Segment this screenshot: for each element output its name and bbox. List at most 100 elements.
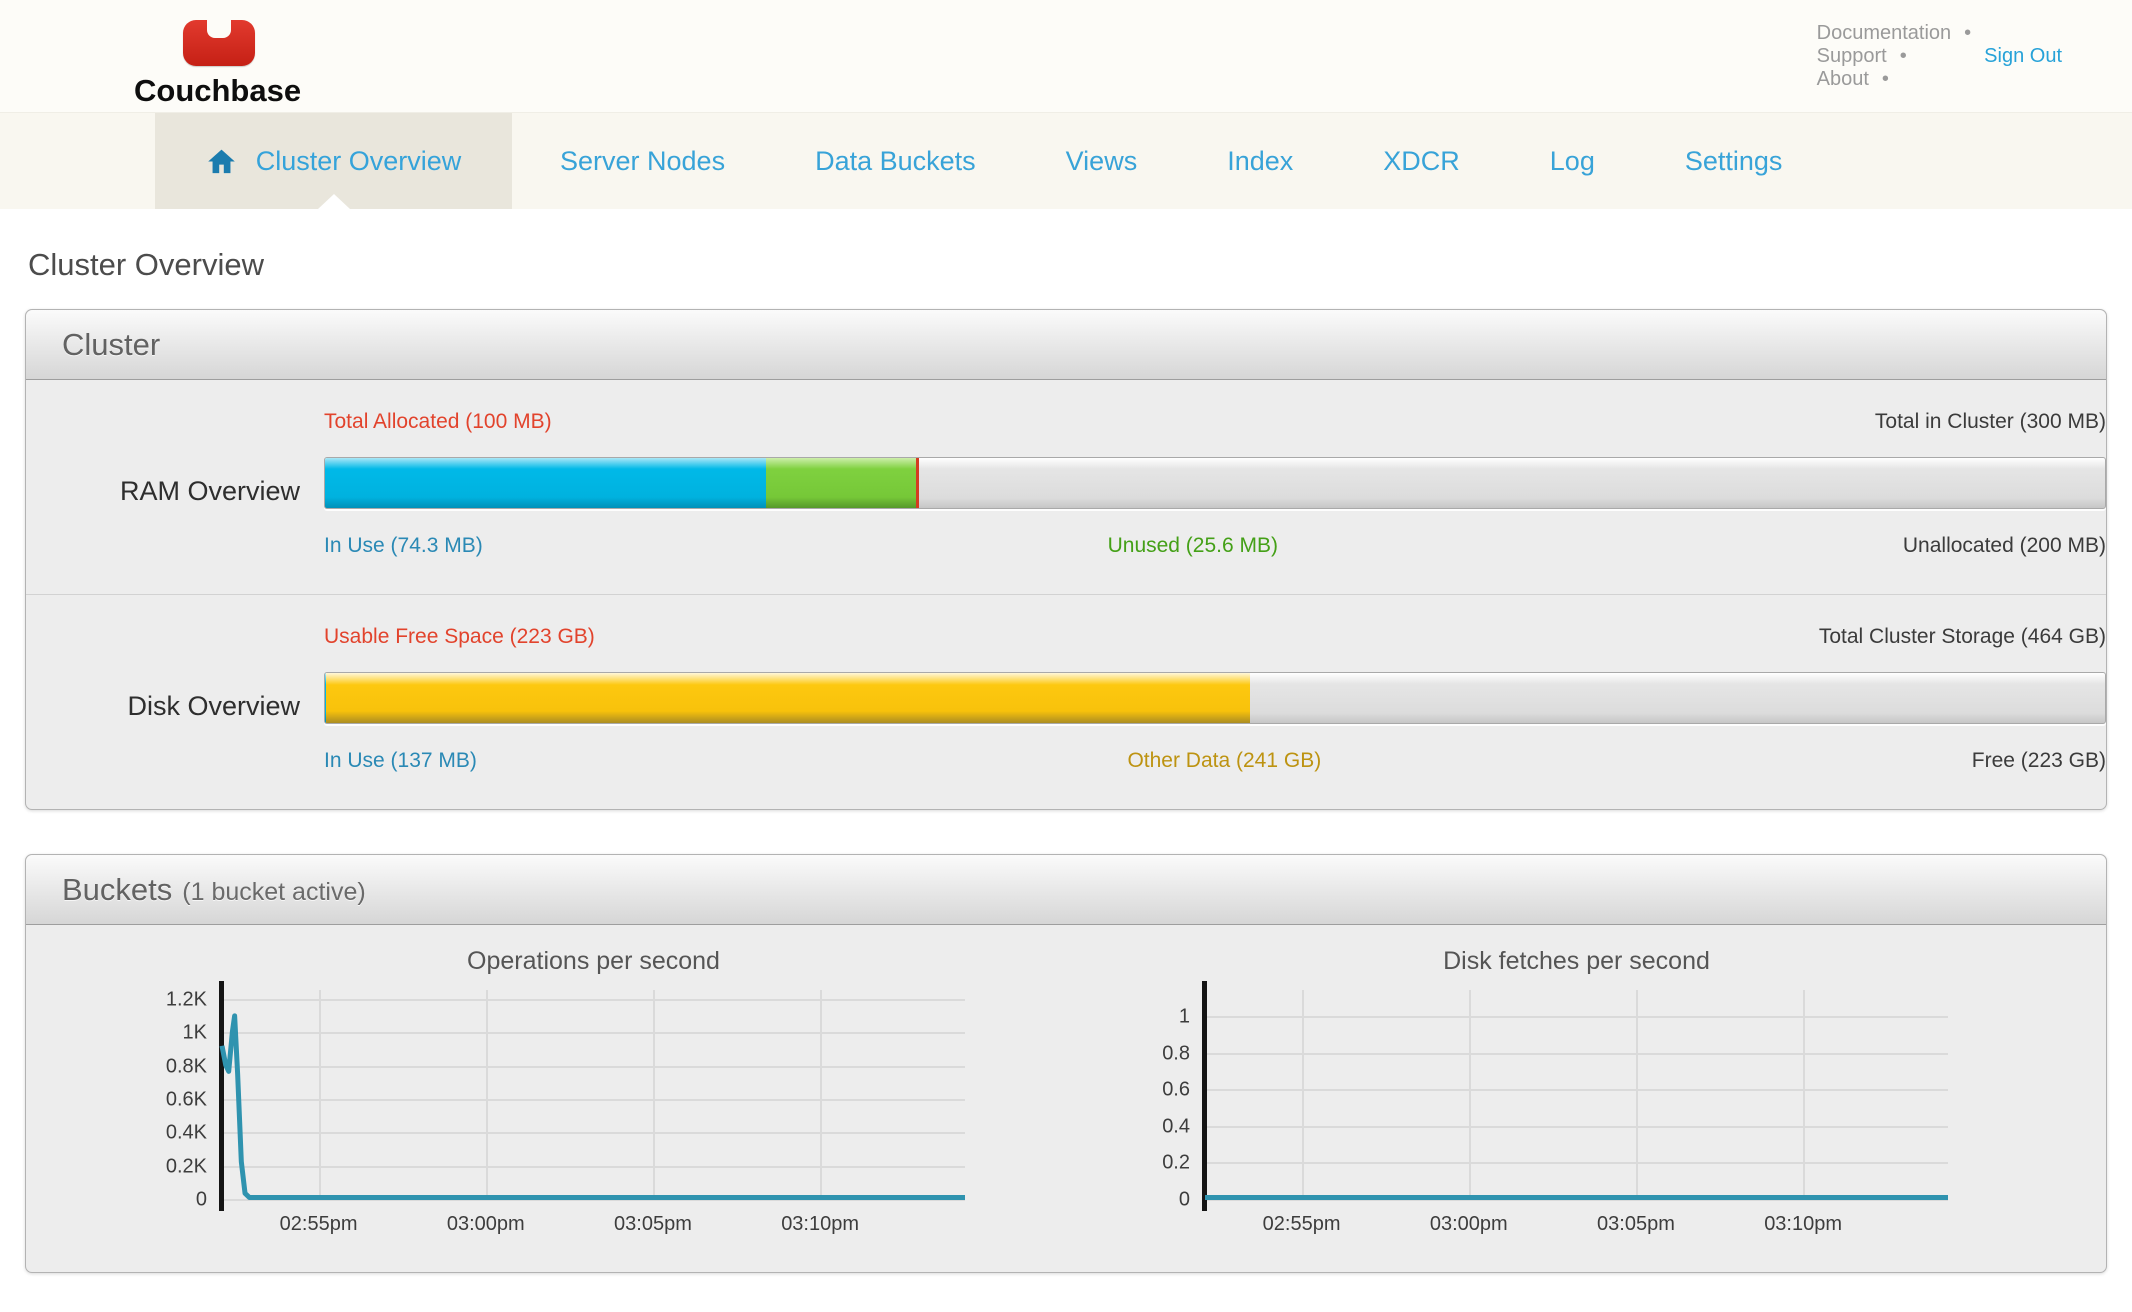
ram-overview-label: RAM Overview	[26, 462, 324, 507]
x-tick-label: 03:05pm	[1597, 1213, 1675, 1236]
ram-total-allocated-label: Total Allocated (100 MB)	[324, 410, 552, 434]
disk-overview-row: Disk Overview Usable Free Space (223 GB)…	[26, 594, 2106, 809]
chart-line-canvas	[222, 990, 965, 1200]
main-nav: Cluster Overview Server NodesData Bucket…	[0, 112, 2132, 209]
x-tick-label: 02:55pm	[1263, 1213, 1341, 1236]
ram-unused-label: Unused (25.6 MB)	[1108, 534, 1278, 558]
y-tick-label: 0.6K	[166, 1089, 207, 1112]
couchbase-logo-icon	[183, 20, 255, 66]
disk-fetches-per-second-chart: Disk fetches per second 1 0.8 0.6 0.4 0.2 0 0…	[1125, 941, 1948, 1246]
active-tab-caret	[318, 194, 350, 209]
nav-tab[interactable]: Log	[1505, 113, 1640, 209]
buckets-panel-header: Buckets (1 bucket active)	[26, 855, 2106, 925]
ram-unallocated-label: Unallocated (200 MB)	[1903, 534, 2106, 558]
app-header: Couchbase Documentation • Support • Abou…	[0, 0, 2132, 112]
ram-usage-bar	[324, 457, 2106, 509]
ram-unused-segment	[766, 458, 917, 508]
cluster-panel-header: Cluster	[26, 310, 2106, 380]
nav-tab[interactable]: Index	[1182, 113, 1338, 209]
nav-tab-cluster-overview[interactable]: Cluster Overview	[155, 113, 512, 209]
utility-link-item: Support •	[1817, 45, 1985, 68]
brand-name: Couchbase	[134, 73, 301, 109]
y-tick-label: 0.8K	[166, 1055, 207, 1078]
operations-per-second-chart: Operations per second 1.2K1K0.8K0.6K0.4K…	[142, 941, 965, 1246]
disk-usage-bar	[324, 672, 2106, 724]
y-tick-label: 0.2	[1162, 1152, 1190, 1175]
ram-in-use-label: In Use (74.3 MB)	[324, 534, 483, 558]
buckets-panel-title: Buckets	[62, 872, 172, 908]
y-tick-label: 0.4	[1162, 1115, 1190, 1138]
home-icon	[206, 147, 237, 176]
cluster-panel-title: Cluster	[62, 327, 160, 363]
y-tick-label: 0.2K	[166, 1155, 207, 1178]
utility-link-item: About •	[1817, 68, 1985, 91]
bullet-separator: •	[1964, 22, 1971, 45]
x-axis-labels: 02:55pm 03:00pm 03:05pm 03:10pm	[1205, 1200, 1948, 1246]
chart-body: 10.80.60.40.20	[1125, 990, 1948, 1200]
disk-free-label: Free (223 GB)	[1972, 749, 2106, 773]
x-tick-label: 03:10pm	[1764, 1213, 1842, 1236]
nav-tab[interactable]: XDCR	[1338, 113, 1505, 209]
chart-plot	[1205, 990, 1948, 1200]
y-tick-label: 1	[1179, 1006, 1190, 1029]
ram-in-use-segment	[325, 458, 766, 508]
x-tick-label: 03:00pm	[447, 1213, 525, 1236]
y-axis-labels: 1.2K1K0.8K0.6K0.4K0.2K0	[142, 990, 222, 1200]
bullet-separator: •	[1900, 45, 1907, 68]
ram-overview-row: RAM Overview Total Allocated (100 MB) To…	[26, 380, 2106, 594]
utility-link-item: Documentation •	[1817, 22, 1985, 45]
nav-tab[interactable]: Data Buckets	[770, 113, 1021, 209]
x-tick-label: 03:05pm	[614, 1213, 692, 1236]
disk-other-data-segment	[326, 673, 1250, 723]
x-tick-label: 03:00pm	[1430, 1213, 1508, 1236]
ram-top-labels: Total Allocated (100 MB) Total in Cluste…	[324, 410, 2106, 434]
utility-link[interactable]: Support	[1817, 45, 1887, 68]
ram-bottom-labels: In Use (74.3 MB) Unused (25.6 MB) Unallo…	[324, 534, 2106, 558]
ram-overview-content: Total Allocated (100 MB) Total in Cluste…	[324, 410, 2106, 558]
disk-top-labels: Usable Free Space (223 GB) Total Cluster…	[324, 625, 2106, 649]
chart-line-canvas	[1205, 990, 1948, 1200]
chart-line	[222, 1016, 965, 1198]
utility-link[interactable]: About	[1817, 68, 1869, 91]
buckets-panel: Buckets (1 bucket active) Operations per…	[25, 854, 2107, 1273]
disk-other-data-label: Other Data (241 GB)	[1127, 749, 1321, 773]
nav-tab[interactable]: Settings	[1640, 113, 1828, 209]
chart-title: Disk fetches per second	[1205, 947, 1948, 976]
content-area: Cluster Overview Cluster RAM Overview To…	[0, 209, 2132, 1273]
utility-links: Documentation • Support • About • Sign O…	[1817, 22, 2062, 91]
nav-tab[interactable]: Server Nodes	[515, 113, 770, 209]
disk-overview-content: Usable Free Space (223 GB) Total Cluster…	[324, 625, 2106, 773]
utility-link[interactable]: Documentation	[1817, 22, 1952, 45]
bullet-separator: •	[1882, 68, 1889, 91]
x-axis-labels: 02:55pm 03:00pm 03:05pm 03:10pm	[222, 1200, 965, 1246]
x-tick-label: 03:10pm	[781, 1213, 859, 1236]
nav-tab[interactable]: Views	[1021, 113, 1183, 209]
page-title: Cluster Overview	[25, 209, 2107, 309]
ram-total-in-cluster-label: Total in Cluster (300 MB)	[1875, 410, 2106, 434]
sign-out-link[interactable]: Sign Out	[1984, 45, 2062, 68]
nav-tab-label: Cluster Overview	[256, 146, 462, 177]
couchbase-logo: Couchbase	[134, 20, 301, 109]
couchbase-logo-notch	[207, 20, 231, 38]
y-axis-labels: 10.80.60.40.20	[1125, 990, 1205, 1200]
buckets-panel-subtitle: (1 bucket active)	[182, 878, 365, 907]
cluster-panel-body: RAM Overview Total Allocated (100 MB) To…	[26, 380, 2106, 809]
disk-usable-free-label: Usable Free Space (223 GB)	[324, 625, 595, 649]
chart-title: Operations per second	[222, 947, 965, 976]
disk-total-storage-label: Total Cluster Storage (464 GB)	[1819, 625, 2106, 649]
x-tick-label: 02:55pm	[280, 1213, 358, 1236]
y-tick-label: 0.8	[1162, 1042, 1190, 1065]
disk-overview-label: Disk Overview	[26, 677, 324, 722]
cluster-panel: Cluster RAM Overview Total Allocated (10…	[25, 309, 2107, 810]
chart-body: 1.2K1K0.8K0.6K0.4K0.2K0	[142, 990, 965, 1200]
disk-in-use-label: In Use (137 MB)	[324, 749, 477, 773]
y-tick-label: 0	[1179, 1189, 1190, 1212]
ram-allocated-marker	[916, 458, 919, 508]
chart-plot	[222, 990, 965, 1200]
y-tick-label: 0.4K	[166, 1122, 207, 1145]
buckets-charts: Operations per second 1.2K1K0.8K0.6K0.4K…	[26, 925, 2106, 1272]
disk-bottom-labels: In Use (137 MB) Other Data (241 GB) Free…	[324, 749, 2106, 773]
y-tick-label: 0	[196, 1189, 207, 1212]
y-tick-label: 1K	[183, 1022, 207, 1045]
y-tick-label: 0.6	[1162, 1079, 1190, 1102]
